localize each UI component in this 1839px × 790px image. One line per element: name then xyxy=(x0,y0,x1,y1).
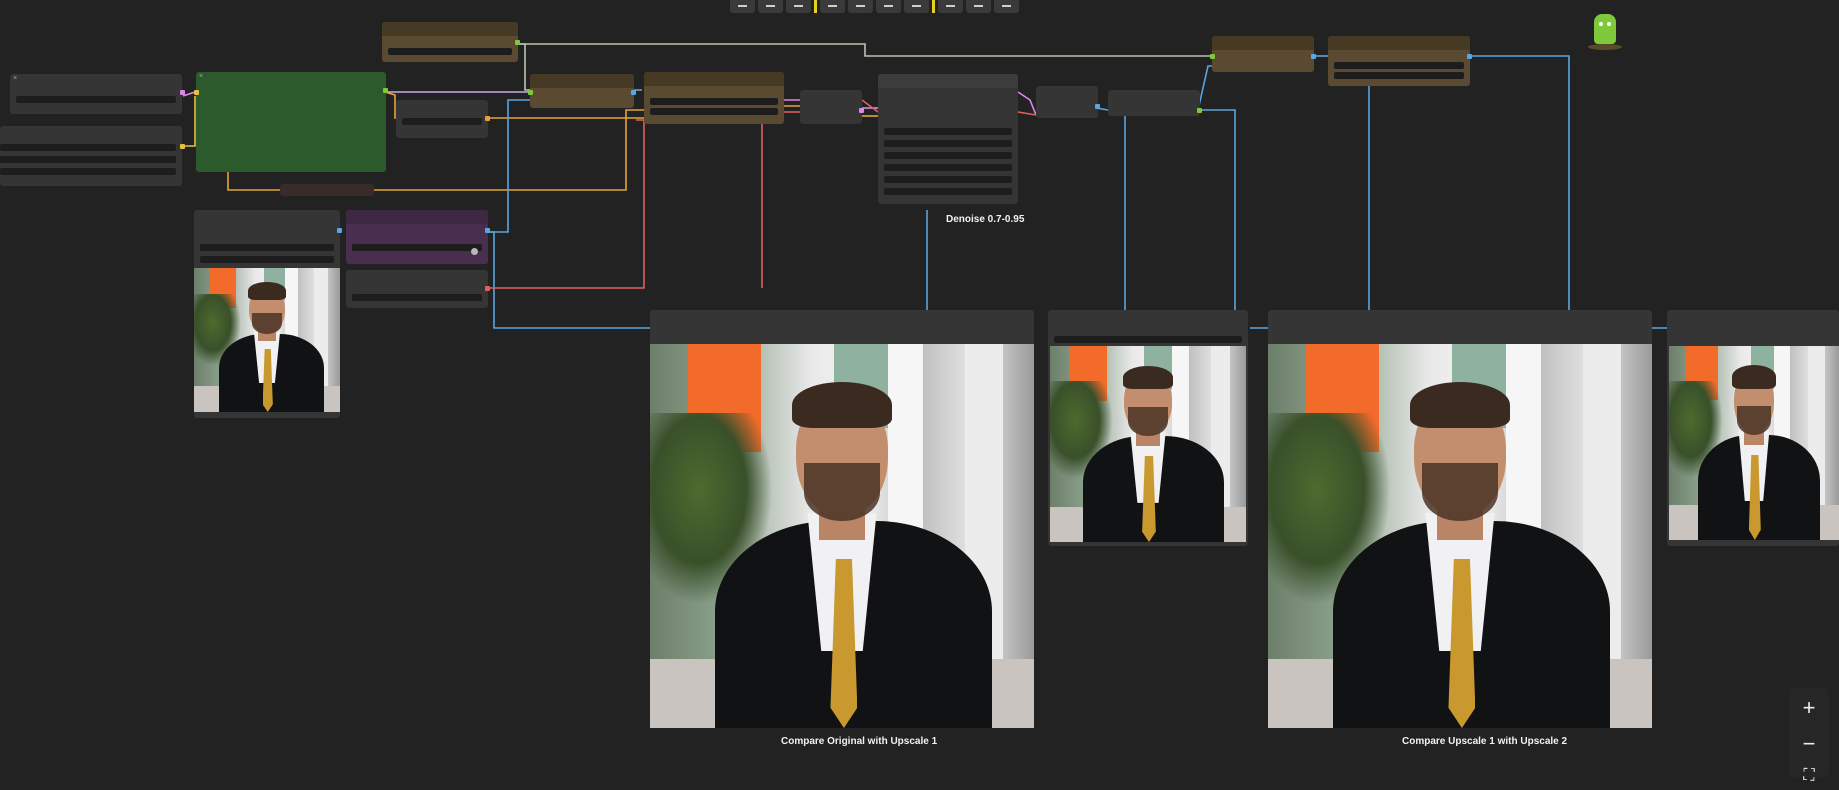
output-port[interactable] xyxy=(485,286,490,291)
pin-icon[interactable] xyxy=(966,0,991,13)
widget-field[interactable] xyxy=(884,128,1012,135)
alignment-toolbar xyxy=(730,0,1019,14)
compare-label-1: Compare Original with Upscale 1 xyxy=(781,736,938,747)
widget-field[interactable] xyxy=(884,188,1012,195)
decode-node[interactable] xyxy=(1036,86,1100,118)
vae-node[interactable] xyxy=(396,100,490,138)
text-encode-node[interactable] xyxy=(382,22,520,62)
output-port[interactable] xyxy=(1311,54,1316,59)
widget-field[interactable] xyxy=(884,164,1012,171)
sampler-node[interactable] xyxy=(878,74,1018,204)
widget-field[interactable] xyxy=(650,108,778,115)
preview-node-1[interactable] xyxy=(1048,310,1248,546)
input-port[interactable] xyxy=(194,90,199,95)
output-port[interactable] xyxy=(485,228,490,233)
output-port[interactable] xyxy=(180,144,185,149)
distribute-v-icon[interactable] xyxy=(938,0,963,13)
widget-field[interactable] xyxy=(388,48,512,55)
load-image-node[interactable] xyxy=(194,210,342,418)
input-port[interactable] xyxy=(1210,54,1215,59)
widget-field[interactable] xyxy=(16,96,176,103)
compare-image-1 xyxy=(650,344,1034,728)
settings-node[interactable] xyxy=(0,126,185,186)
align-right-icon[interactable] xyxy=(786,0,811,13)
output-port[interactable] xyxy=(180,90,185,95)
widget-field[interactable] xyxy=(0,144,176,151)
denoise-label: Denoise 0.7-0.95 xyxy=(946,214,1025,225)
preview-node-2[interactable] xyxy=(1667,310,1839,546)
output-port[interactable] xyxy=(1467,54,1472,59)
loader-node[interactable]: × xyxy=(10,74,185,114)
close-icon[interactable]: × xyxy=(13,75,17,82)
reroute-node[interactable] xyxy=(800,90,864,124)
seed-node[interactable] xyxy=(346,270,490,308)
output-port[interactable] xyxy=(337,228,342,233)
output-port[interactable] xyxy=(859,108,864,113)
compare-label-2: Compare Upscale 1 with Upscale 2 xyxy=(1402,736,1568,747)
compare-node-2[interactable] xyxy=(1268,310,1652,728)
mascot-icon[interactable] xyxy=(1588,14,1622,52)
widget-field[interactable] xyxy=(200,256,334,263)
widget-field[interactable] xyxy=(352,294,482,301)
widget-field[interactable] xyxy=(884,176,1012,183)
collapsed-node[interactable] xyxy=(280,184,374,196)
toolbar-divider xyxy=(814,0,817,13)
node-graph-canvas[interactable]: × × Denoise 0.7-0.95 Compare Original wi… xyxy=(0,0,1839,784)
output-port[interactable] xyxy=(485,116,490,121)
prompt-node-3[interactable] xyxy=(1328,36,1472,86)
distribute-h-icon[interactable] xyxy=(904,0,929,13)
zoom-in-button[interactable]: + xyxy=(1795,694,1823,722)
output-port[interactable] xyxy=(515,40,520,45)
output-port[interactable] xyxy=(383,88,388,93)
close-icon[interactable]: × xyxy=(199,73,203,80)
widget-field[interactable] xyxy=(352,244,482,251)
conditioning-node[interactable] xyxy=(528,74,636,108)
align-top-icon[interactable] xyxy=(820,0,845,13)
widget-field[interactable] xyxy=(650,98,778,105)
widget-field[interactable] xyxy=(884,140,1012,147)
align-left-icon[interactable] xyxy=(730,0,755,13)
image-scale-node[interactable] xyxy=(346,210,490,264)
preview-image-1 xyxy=(1050,346,1246,542)
widget-field[interactable] xyxy=(402,118,482,125)
output-port[interactable] xyxy=(1197,108,1202,113)
align-middle-icon[interactable] xyxy=(848,0,873,13)
collapse-icon[interactable] xyxy=(994,0,1019,13)
prompt-node-2[interactable] xyxy=(1210,36,1316,72)
upscale-node[interactable] xyxy=(1108,90,1202,116)
toolbar-divider xyxy=(932,0,935,13)
fit-view-button[interactable]: ⛶ xyxy=(1795,762,1823,790)
widget-field[interactable] xyxy=(884,152,1012,159)
zoom-controls: + − ⛶ xyxy=(1789,688,1829,784)
widget-field[interactable] xyxy=(200,244,334,251)
output-port[interactable] xyxy=(1095,104,1100,109)
zoom-out-button[interactable]: − xyxy=(1795,730,1823,758)
input-port[interactable] xyxy=(528,90,533,95)
widget-field[interactable] xyxy=(0,168,176,175)
widget-field[interactable] xyxy=(0,156,176,163)
align-center-icon[interactable] xyxy=(758,0,783,13)
widget-field[interactable] xyxy=(1054,336,1242,343)
widget-field[interactable] xyxy=(1334,72,1464,79)
preview-image-2 xyxy=(1669,346,1839,540)
compare-image-2 xyxy=(1268,344,1652,728)
upscale-settings-node[interactable] xyxy=(644,72,784,124)
slider-handle[interactable] xyxy=(471,248,478,255)
model-loader-node[interactable]: × xyxy=(194,72,388,172)
compare-node-1[interactable] xyxy=(650,310,1034,728)
align-bottom-icon[interactable] xyxy=(876,0,901,13)
widget-field[interactable] xyxy=(1334,62,1464,69)
thumbnail-image xyxy=(194,268,340,412)
output-port[interactable] xyxy=(631,90,636,95)
